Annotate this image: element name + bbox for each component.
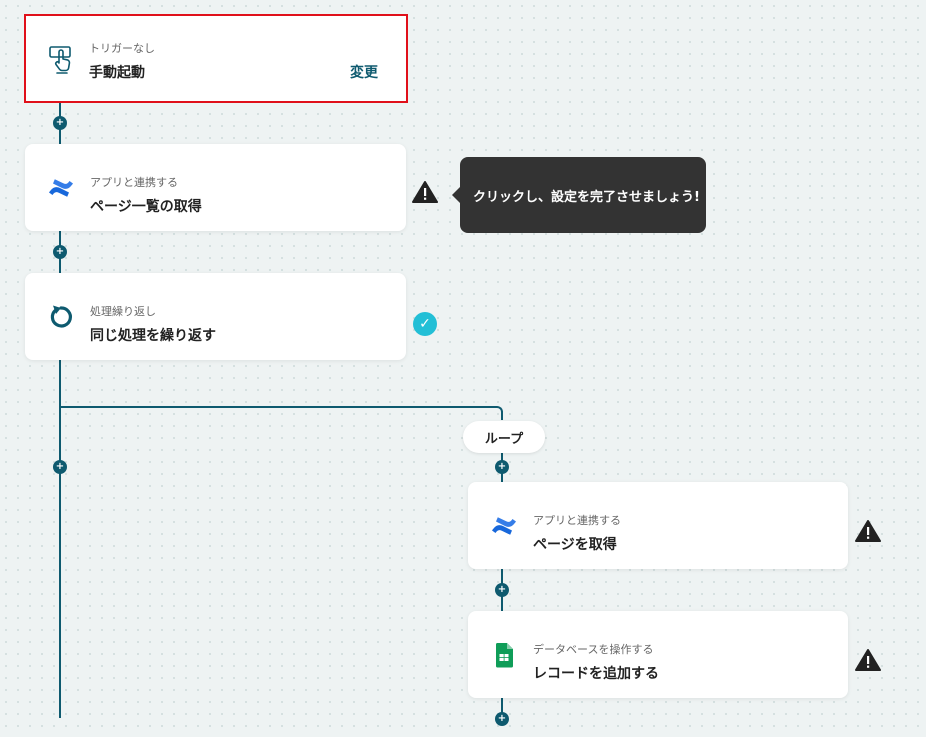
- step-subtitle: アプリと連携する: [533, 514, 621, 527]
- add-step-button[interactable]: +: [53, 460, 67, 474]
- step-title: ページ一覧の取得: [90, 199, 202, 215]
- hand-tap-icon: [46, 43, 78, 75]
- add-step-button[interactable]: +: [53, 116, 67, 130]
- warning-icon: [855, 519, 881, 543]
- connector-line: [59, 360, 61, 718]
- tooltip-text: クリックし、設定を完了させましょう!: [473, 189, 700, 205]
- step-card-loop[interactable]: 処理繰り返し 同じ処理を繰り返す: [25, 273, 406, 360]
- step-title: レコードを追加する: [533, 666, 659, 682]
- add-step-button[interactable]: +: [495, 712, 509, 726]
- loop-branch-elbow: [490, 406, 503, 420]
- google-sheets-icon: [488, 639, 520, 671]
- add-step-button[interactable]: +: [495, 460, 509, 474]
- loop-label: ループ: [463, 421, 545, 453]
- step-subtitle: データベースを操作する: [533, 643, 654, 656]
- loop-icon: [45, 301, 77, 333]
- step-card-get-page-list[interactable]: アプリと連携する ページ一覧の取得: [25, 144, 406, 231]
- check-icon: ✓: [413, 312, 437, 336]
- trigger-card[interactable]: トリガーなし 手動起動 変更: [24, 14, 408, 103]
- loop-branch-line: [60, 406, 491, 408]
- warning-icon: [855, 648, 881, 672]
- trigger-subtitle: トリガーなし: [89, 42, 155, 55]
- step-card-add-record[interactable]: データベースを操作する レコードを追加する: [468, 611, 848, 698]
- flow-canvas: + + + + + + トリガーなし 手動起動 変更 アプリと連携する ページ一…: [0, 0, 926, 737]
- step-title: 同じ処理を繰り返す: [90, 328, 216, 344]
- warning-icon: [412, 180, 438, 204]
- setup-hint-tooltip: クリックし、設定を完了させましょう!: [452, 157, 706, 233]
- step-subtitle: アプリと連携する: [90, 176, 178, 189]
- confluence-icon: [45, 172, 77, 204]
- add-step-button[interactable]: +: [53, 245, 67, 259]
- step-title: ページを取得: [533, 537, 617, 553]
- confluence-icon: [488, 510, 520, 542]
- step-subtitle: 処理繰り返し: [90, 305, 156, 318]
- add-step-button[interactable]: +: [495, 583, 509, 597]
- trigger-title: 手動起動: [89, 65, 145, 81]
- step-card-get-page[interactable]: アプリと連携する ページを取得: [468, 482, 848, 569]
- loop-label-text: ループ: [484, 431, 524, 447]
- change-trigger-button[interactable]: 変更: [350, 62, 378, 82]
